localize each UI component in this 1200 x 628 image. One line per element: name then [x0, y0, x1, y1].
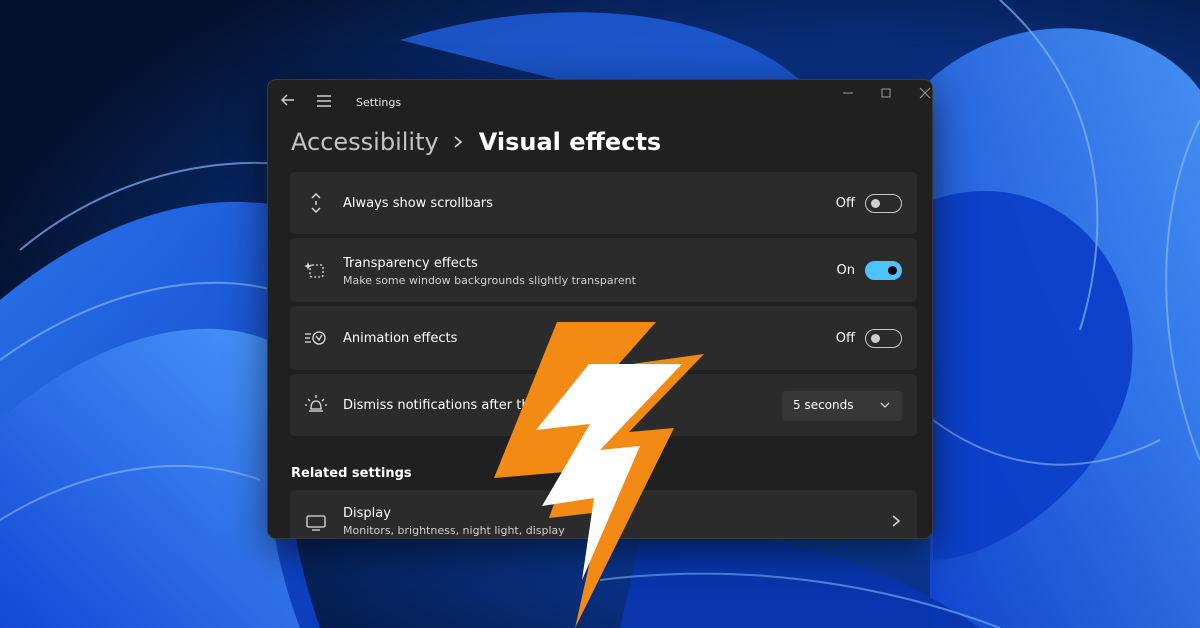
dropdown-selected-value: 5 seconds	[793, 398, 854, 412]
animation-toggle[interactable]	[865, 329, 902, 348]
transparency-toggle[interactable]	[865, 261, 902, 280]
app-title: Settings	[356, 96, 402, 109]
breadcrumb-parent-accessibility[interactable]: Accessibility	[291, 128, 439, 156]
title-bar: Settings	[268, 80, 932, 124]
chevron-right-icon	[454, 136, 462, 148]
setting-title: Animation effects	[343, 331, 458, 346]
setting-card-scrollbars: Always show scrollbars Off	[290, 172, 917, 234]
setting-title: Display	[343, 506, 391, 521]
notification-timer-icon	[305, 395, 327, 412]
lightning-bolt-icon	[494, 322, 704, 628]
toggle-state-label: Off	[835, 331, 855, 346]
setting-card-transparency: Transparency effects Make some window ba…	[290, 238, 917, 302]
maximize-icon[interactable]	[879, 86, 893, 100]
transparency-icon	[304, 262, 324, 278]
scrollbar-icon	[311, 193, 321, 213]
toggle-state-label: Off	[835, 196, 855, 211]
close-icon[interactable]	[918, 86, 932, 100]
setting-title: Transparency effects	[343, 256, 478, 271]
page-title: Visual effects	[478, 128, 662, 156]
animation-icon	[305, 331, 326, 345]
toggle-state-label: On	[836, 263, 855, 278]
minimize-icon[interactable]	[841, 86, 855, 100]
section-heading: Related settings	[291, 466, 412, 481]
setting-description: Make some window backgrounds slightly tr…	[343, 274, 636, 287]
display-icon	[306, 515, 326, 531]
scrollbars-toggle[interactable]	[865, 194, 902, 213]
back-arrow-icon[interactable]	[280, 92, 296, 108]
chevron-down-icon	[880, 402, 890, 408]
setting-title: Always show scrollbars	[343, 196, 493, 211]
breadcrumb: Accessibility Visual effects	[291, 122, 661, 162]
hamburger-menu-icon[interactable]	[316, 94, 332, 108]
notification-duration-dropdown[interactable]: 5 seconds	[782, 391, 902, 421]
chevron-right-icon	[892, 515, 901, 527]
